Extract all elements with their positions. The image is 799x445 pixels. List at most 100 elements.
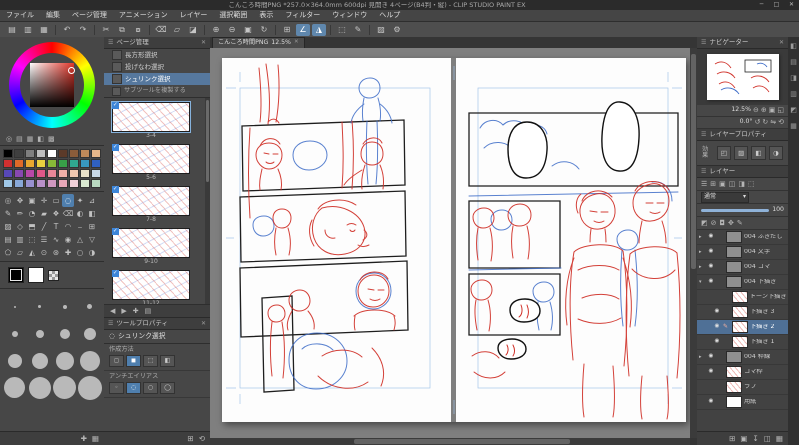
nav-zoom-out-icon[interactable]: ⊖ <box>753 107 759 114</box>
property-option-icon[interactable]: ◧ <box>160 355 175 368</box>
color-swatch[interactable] <box>58 159 68 168</box>
nav-flip-icon[interactable]: ⇋ <box>770 119 776 126</box>
pattern-tool-icon[interactable]: ⬚ <box>26 233 38 246</box>
add-page-icon[interactable]: ✚ <box>133 307 139 315</box>
onion-icon[interactable]: ⬚ <box>748 180 755 188</box>
lasso-select-tool-icon[interactable]: ◌ <box>62 194 74 207</box>
main-color-chip[interactable] <box>8 267 24 283</box>
border-effect-icon[interactable]: ◰ <box>716 146 732 160</box>
color-swatch[interactable] <box>14 179 24 188</box>
layer-row[interactable]: ✎ 004 文字 <box>697 245 788 260</box>
canvas-tab-close-icon[interactable]: ✕ <box>294 40 299 46</box>
subtool-item[interactable]: 長方形選択 <box>104 49 210 61</box>
wave-tool-icon[interactable]: ∿ <box>50 233 62 246</box>
canvas-vertical-scrollbar[interactable] <box>690 48 697 438</box>
page-thumbnail-item[interactable]: ✓ 3-4 <box>111 101 191 139</box>
zoom-out-icon[interactable]: ⊖ <box>225 24 239 36</box>
color-swatch[interactable] <box>3 149 13 158</box>
property-option-icon[interactable]: ◻ <box>109 355 124 368</box>
color-swatch[interactable] <box>69 159 79 168</box>
intermediate-color-tab-icon[interactable]: ◧ <box>37 135 44 143</box>
grid-tool-icon[interactable]: ⊞ <box>86 220 98 233</box>
redo-icon[interactable]: ↷ <box>76 24 90 36</box>
save-icon[interactable]: ▦ <box>37 24 51 36</box>
page-list-icon[interactable]: ▤ <box>145 307 152 315</box>
undo-icon[interactable]: ↶ <box>60 24 74 36</box>
delete-icon[interactable]: ⌫ <box>154 24 168 36</box>
nav-rotate-right-icon[interactable]: ↻ <box>762 119 768 126</box>
nav-rotate-left-icon[interactable]: ↺ <box>755 119 761 126</box>
color-swatch[interactable] <box>58 169 68 178</box>
layer-row[interactable]: ✎ ラフ <box>697 380 788 395</box>
nav-zoom-in-icon[interactable]: ⊕ <box>761 107 767 114</box>
material-tab-6-icon[interactable]: ▦ <box>790 123 797 130</box>
page-thumbnail-item[interactable]: ✓ 5-6 <box>112 144 190 181</box>
toolbar-icon[interactable] <box>275 24 276 35</box>
menu-item[interactable]: ヘルプ <box>373 10 406 21</box>
material-tab-5-icon[interactable]: ◩ <box>790 107 797 114</box>
color-swatch[interactable] <box>47 159 57 168</box>
color-swatch[interactable] <box>36 149 46 158</box>
transparent-color-chip[interactable] <box>48 269 59 281</box>
color-swatch[interactable] <box>47 169 57 178</box>
layer-visibility-icon[interactable] <box>707 264 715 270</box>
panel-close-icon[interactable]: ✕ <box>201 39 206 46</box>
panel-menu-icon[interactable]: ☰ <box>701 39 706 46</box>
nav-actual-size-icon[interactable]: ◱ <box>777 107 784 114</box>
color-swatch[interactable] <box>69 169 79 178</box>
decoration-tool-icon[interactable]: ❖ <box>50 207 62 220</box>
invert-selection-icon[interactable]: ◪ <box>186 24 200 36</box>
menu-item[interactable]: レイヤー <box>174 10 214 21</box>
color-swatch[interactable] <box>69 179 79 188</box>
color-swatch[interactable] <box>25 159 35 168</box>
subtool-item[interactable]: 投げなわ選択 <box>104 61 210 73</box>
folder-expand-icon[interactable] <box>699 235 705 240</box>
panel-close-icon[interactable]: ✕ <box>779 39 784 46</box>
color-swatch[interactable] <box>47 149 57 158</box>
triangle-tool-icon[interactable]: △ <box>74 233 86 246</box>
draft-icon[interactable]: ✎ <box>737 219 743 227</box>
brush-size-cell[interactable] <box>77 374 102 401</box>
inv-triangle-tool-icon[interactable]: ▽ <box>86 233 98 246</box>
property-option-icon[interactable]: ◦ <box>109 382 124 395</box>
folder-expand-icon[interactable] <box>699 265 705 270</box>
brush-size-cell[interactable] <box>2 374 27 401</box>
layer-row[interactable]: ✎ 下描き 2 <box>697 320 788 335</box>
brush-size-cell[interactable] <box>52 293 77 320</box>
parallelogram-tool-icon[interactable]: ▱ <box>14 246 26 259</box>
open-file-icon[interactable]: ▥ <box>21 24 35 36</box>
operation-tool-icon[interactable]: ▣ <box>26 194 38 207</box>
color-swatch[interactable] <box>36 159 46 168</box>
layer-visibility-icon[interactable] <box>713 339 721 345</box>
frame-border-tool-icon[interactable]: ⬒ <box>26 220 38 233</box>
color-slider-tab-icon[interactable]: ▤ <box>16 135 23 143</box>
brush-size-cell[interactable] <box>27 374 52 401</box>
material-palette-icon[interactable]: ▨ <box>374 24 388 36</box>
fit-to-screen-icon[interactable]: ▣ <box>241 24 255 36</box>
color-swatch[interactable] <box>47 179 57 188</box>
tone-effect-icon[interactable]: ▨ <box>734 146 749 160</box>
opacity-slider[interactable] <box>701 208 770 212</box>
merge-button[interactable]: ◫ <box>764 435 771 443</box>
snap-special-ruler-icon[interactable]: ◮ <box>312 23 326 36</box>
eyedropper-tool-icon[interactable]: ⊿ <box>86 194 98 207</box>
navigator-preview[interactable] <box>697 49 788 105</box>
page-thumbnail-item[interactable]: ✓ 7-8 <box>112 186 190 223</box>
color-swatch[interactable] <box>91 159 101 168</box>
brush-tool-icon[interactable]: ▰ <box>38 207 50 220</box>
color-swatch[interactable] <box>80 169 90 178</box>
layer-row[interactable]: ✎ 下描き 1 <box>697 335 788 350</box>
maximize-button[interactable]: □ <box>769 2 784 8</box>
color-swatch[interactable] <box>36 179 46 188</box>
layer-move-tool-icon[interactable]: ✛ <box>38 194 50 207</box>
copy-icon[interactable]: ⧉ <box>115 24 129 36</box>
new-folder-icon[interactable]: ▣ <box>719 180 726 188</box>
color-swatch[interactable] <box>91 169 101 178</box>
minimize-button[interactable]: ─ <box>754 2 769 8</box>
color-wheel-tab-icon[interactable]: ◎ <box>6 135 12 143</box>
page-thumbnail[interactable]: ✓ <box>112 186 190 216</box>
layer-visibility-icon[interactable] <box>707 354 715 360</box>
selection-tool-icon[interactable]: ⬚ <box>335 24 349 36</box>
property-option-icon[interactable]: ◌ <box>126 382 141 395</box>
layer-row[interactable]: ✎ トーン下描き <box>697 290 788 305</box>
